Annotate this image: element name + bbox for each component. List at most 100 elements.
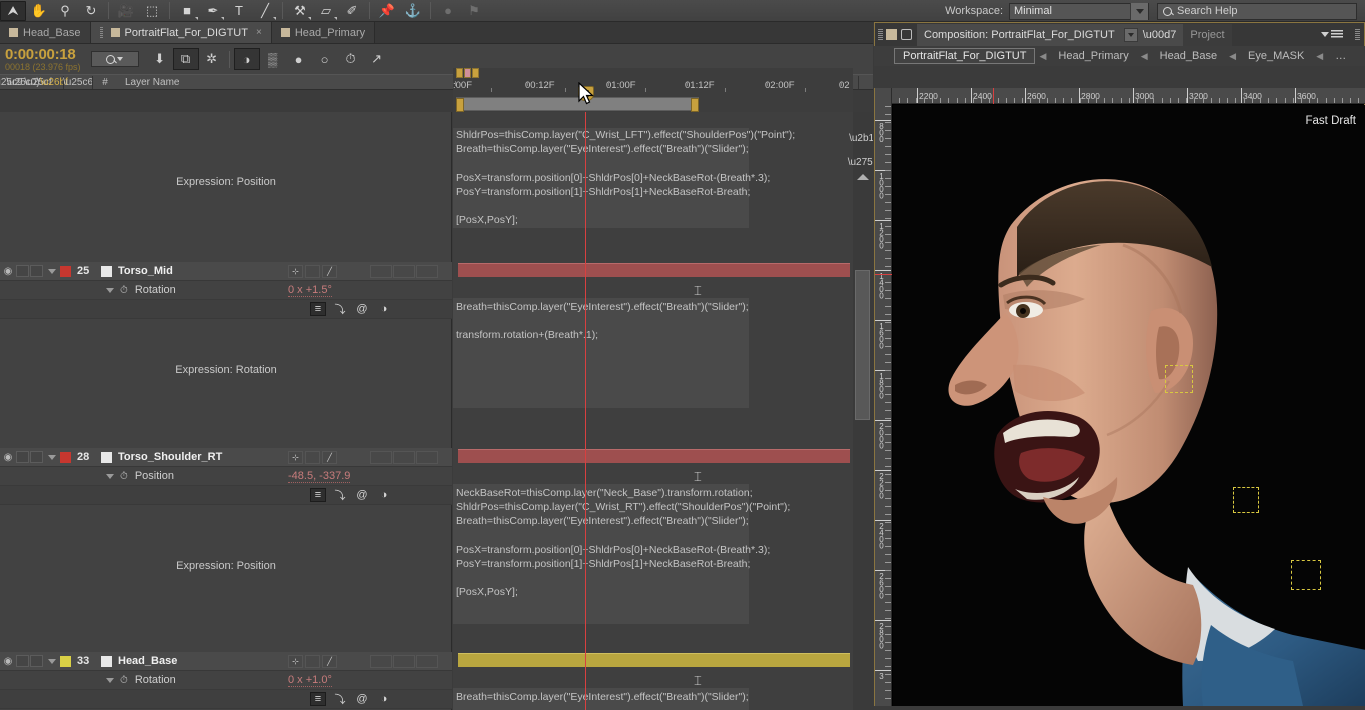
scroll-up-arrow[interactable] [857, 174, 869, 180]
expression-text[interactable]: Breath=thisComp.layer("EyeInterest").eff… [456, 690, 856, 710]
motion-blur-button[interactable]: ◑ [233, 48, 260, 70]
current-time-display[interactable]: 0:00:00:18 [5, 47, 81, 62]
property-row[interactable]: ⏱ Rotation 0 x +1.5° [0, 281, 452, 300]
tab-grip[interactable] [99, 26, 103, 39]
parent-switch[interactable]: ╱ [322, 264, 337, 278]
timeline-search-input[interactable] [90, 51, 139, 67]
tab-portraitflat_for_digtut[interactable]: PortraitFlat_For_DIGTUT × [90, 22, 272, 43]
expand-arrow-icon[interactable] [48, 658, 56, 664]
table-row[interactable]: ◉ 25 Torso_Mid ⊹ ╱ [0, 262, 452, 281]
label-color-chip[interactable] [60, 265, 71, 277]
workspace-select[interactable]: Minimal [1009, 2, 1149, 20]
expression-language-icon[interactable]: ◑ [376, 692, 392, 706]
audio-toggle[interactable] [16, 655, 29, 667]
stopwatch-icon[interactable]: ⏱ [120, 675, 128, 686]
expression-graph-icon[interactable]: ⤵ [332, 302, 348, 316]
layer-name[interactable]: Torso_Mid [118, 265, 173, 277]
close-icon[interactable]: × [256, 27, 262, 38]
mode-cell[interactable] [393, 654, 415, 668]
expand-arrow-icon[interactable] [106, 473, 114, 479]
clone-stamp-tool[interactable]: ⚒ [287, 1, 313, 21]
breadcrumb-item[interactable]: Head_Primary [1050, 49, 1136, 63]
expand-arrow-icon[interactable] [48, 454, 56, 460]
timeline-vertical-scrollbar[interactable]: \u2b1f \u2751 [848, 112, 873, 710]
time-ruler[interactable]: :00F 00:12F 01:00F 01:12F 02:00F 02 [453, 68, 853, 115]
panel-menu-button[interactable] [1321, 30, 1351, 39]
mode-cell[interactable] [370, 450, 392, 464]
lock-icon[interactable]: \u26bf [40, 74, 68, 90]
tab-head_primary[interactable]: Head_Primary [271, 22, 376, 43]
puppet-overlap-tool[interactable]: ⚓ [400, 1, 426, 21]
panel-grip[interactable] [1355, 28, 1360, 41]
puppet-starch-tool[interactable]: ● [435, 1, 461, 21]
breadcrumb-item[interactable]: PortraitFlat_For_DIGTUT [894, 48, 1036, 64]
mode-cell[interactable] [416, 654, 438, 668]
expression-language-icon[interactable]: ◑ [376, 488, 392, 502]
parent-switch[interactable]: ╱ [322, 450, 337, 464]
close-icon[interactable]: \u00d7 [1143, 29, 1177, 41]
camera-tool[interactable]: 🎥 [113, 1, 139, 21]
layer-name[interactable]: Torso_Shoulder_RT [118, 451, 222, 463]
label-color-chip[interactable] [60, 655, 71, 667]
lock-icon[interactable] [901, 29, 912, 40]
parent-switch[interactable]: ╱ [322, 654, 337, 668]
expand-arrow-icon[interactable] [106, 677, 114, 683]
graph-editor-button[interactable]: ● [286, 48, 312, 70]
rotation-tool[interactable]: ↻ [78, 1, 104, 21]
layer-duration-bar[interactable] [458, 653, 850, 667]
expression-pickwhip-icon[interactable]: @ [354, 692, 370, 706]
marker-icon[interactable] [464, 68, 471, 78]
property-value[interactable]: 0 x +1.5° [288, 284, 332, 297]
stopwatch-icon[interactable]: ⏱ [120, 285, 128, 296]
table-row[interactable]: ◉ 33 Head_Base ⊹ ╱ [0, 652, 452, 671]
expression-enable-icon[interactable]: ≡ [310, 302, 326, 316]
composition-viewer[interactable]: 2200 2400 2600 2800 3000 3200 3400 3600 800 1000… [874, 88, 1365, 706]
type-tool[interactable]: T [226, 1, 252, 21]
expand-arrow-icon[interactable] [106, 287, 114, 293]
work-area-start-handle[interactable] [456, 98, 464, 112]
solo-toggle[interactable] [30, 265, 43, 277]
solo-toggle[interactable] [30, 655, 43, 667]
hand-tool[interactable]: ✋ [26, 1, 52, 21]
anchor-switch[interactable]: ⊹ [288, 450, 303, 464]
tab-project[interactable]: Project [1183, 23, 1232, 46]
chevron-down-icon[interactable] [1130, 2, 1148, 20]
expression-graph-icon[interactable]: ⤵ [332, 488, 348, 502]
layer-duration-bar[interactable] [458, 449, 850, 463]
mode-cell[interactable] [416, 264, 438, 278]
shape-tool[interactable]: ■ [174, 1, 200, 21]
pan-behind-tool[interactable]: ⬚ [139, 1, 165, 21]
selection-tool[interactable]: ⮝ [0, 0, 26, 21]
graph-curve-button[interactable]: ↗ [364, 48, 390, 70]
auto-keyframe-button[interactable]: ⏱ [338, 48, 364, 70]
layer-visibility-icon[interactable]: ◉ [0, 452, 16, 463]
property-row[interactable]: ⏱ Position -48.5, -337.9 [0, 467, 452, 486]
roto-brush-tool[interactable]: ✐ [339, 1, 365, 21]
puppet-extra-tool[interactable]: ⚑ [461, 1, 487, 21]
expression-enable-icon[interactable]: ≡ [310, 488, 326, 502]
mode-cell[interactable] [370, 654, 392, 668]
expression-enable-icon[interactable]: ≡ [310, 692, 326, 706]
anchor-switch[interactable]: ⊹ [288, 654, 303, 668]
live-update-button[interactable]: ⬇ [147, 48, 173, 70]
anchor-switch[interactable]: ⊹ [288, 264, 303, 278]
search-help-input[interactable]: Search Help [1157, 2, 1357, 20]
marker-icon[interactable] [456, 68, 463, 78]
expand-arrow-icon[interactable] [48, 268, 56, 274]
zoom-tool[interactable]: ⚲ [52, 1, 78, 21]
hide-shy-layers-button[interactable]: ✲ [199, 48, 225, 70]
tab-head_base[interactable]: Head_Base [0, 22, 91, 43]
composition-canvas[interactable]: Fast Draft [893, 105, 1365, 706]
mask-handle-box[interactable] [1291, 560, 1321, 590]
label-color-icon[interactable]: \u25c6 [63, 74, 93, 90]
expression-pickwhip-icon[interactable]: @ [354, 302, 370, 316]
chevron-down-icon[interactable] [1123, 27, 1138, 42]
breadcrumb-item[interactable]: Head_Base [1152, 49, 1226, 63]
table-row[interactable]: ◉ 28 Torso_Shoulder_RT ⊹ ╱ [0, 448, 452, 467]
audio-toggle[interactable] [16, 451, 29, 463]
blend-mode-switch[interactable] [305, 264, 320, 278]
frame-blending-button[interactable]: ▒ [260, 48, 286, 70]
property-row[interactable]: ⏱ Rotation 0 x +1.0° [0, 671, 452, 690]
mask-handle-box[interactable] [1233, 487, 1259, 513]
breadcrumb-item[interactable]: Eye_MASK [1240, 49, 1312, 63]
